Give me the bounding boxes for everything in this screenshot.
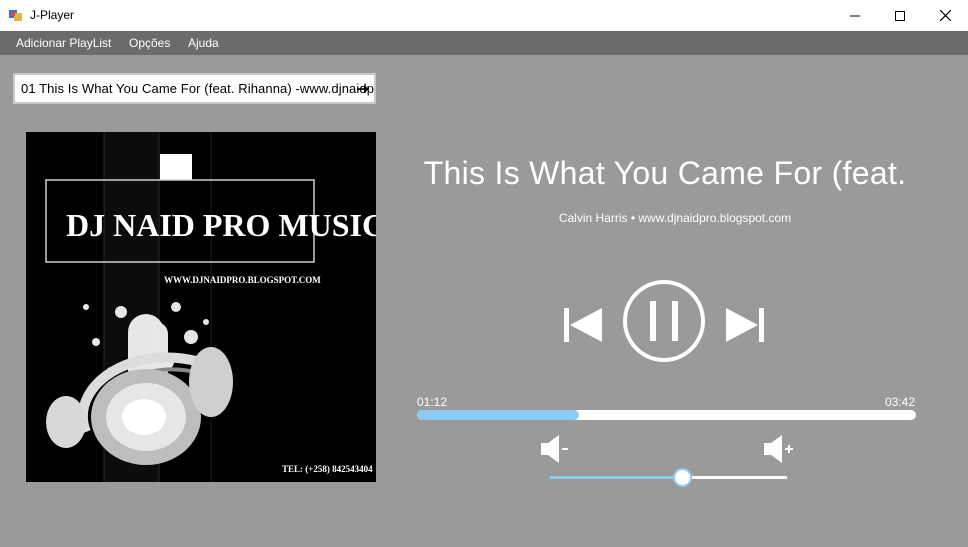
maximize-icon xyxy=(895,10,905,21)
window-title: J-Player xyxy=(30,8,75,22)
track-title: This Is What You Came For (feat. xyxy=(423,155,907,191)
track-artist: Calvin Harris • www.djnaidpro.blogspot.c… xyxy=(558,211,792,225)
playlist-combo[interactable]: 01 This Is What You Came For (feat. Riha… xyxy=(13,73,376,104)
menu-bar: Adicionar PlayList Opções Ajuda xyxy=(0,31,968,55)
album-art-site: WWW.DJNAIDPRO.BLOGSPOT.COM xyxy=(164,275,321,285)
volume-thumb[interactable] xyxy=(673,468,693,487)
app-icon xyxy=(9,10,22,21)
volume-up-icon[interactable] xyxy=(762,433,796,465)
album-art-image: DJ NAID PRO MUSIC WWW.DJNAIDPRO.BLOGSPOT… xyxy=(26,132,376,482)
playlist-selected-track: 01 This Is What You Came For (feat. Riha… xyxy=(21,81,376,96)
menu-item-help[interactable]: Ajuda xyxy=(188,36,219,50)
volume-fill xyxy=(550,476,683,479)
pause-icon[interactable] xyxy=(622,279,706,363)
volume-slider[interactable] xyxy=(550,468,787,487)
maximize-button[interactable] xyxy=(877,0,923,31)
arrow-right-icon[interactable] xyxy=(356,82,370,96)
menu-item-options[interactable]: Opções xyxy=(129,36,170,50)
volume-down-icon[interactable] xyxy=(539,433,573,465)
skip-next-icon[interactable] xyxy=(722,302,768,348)
minimize-icon xyxy=(850,15,860,16)
close-button[interactable] xyxy=(922,0,968,31)
progress-fill xyxy=(417,410,579,420)
skip-previous-icon[interactable] xyxy=(560,302,606,348)
menu-item-add-playlist[interactable]: Adicionar PlayList xyxy=(16,36,111,50)
minimize-button[interactable] xyxy=(832,0,878,31)
album-art: DJ NAID PRO MUSIC WWW.DJNAIDPRO.BLOGSPOT… xyxy=(26,132,376,482)
progress-bar[interactable] xyxy=(417,410,916,420)
current-time: 01:12 xyxy=(417,395,448,409)
album-art-heading: DJ NAID PRO MUSIC xyxy=(66,207,376,243)
album-art-phone: TEL: (+258) 842543404 xyxy=(282,464,373,474)
title-bar[interactable]: J-Player xyxy=(0,0,968,31)
total-time: 03:42 xyxy=(885,395,916,409)
close-icon xyxy=(939,10,951,21)
